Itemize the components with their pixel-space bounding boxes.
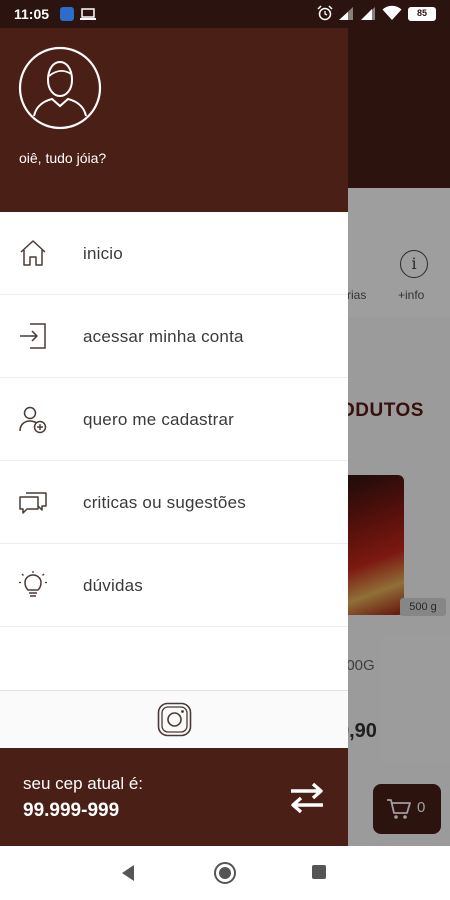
home-button-icon[interactable] <box>214 862 236 884</box>
cep-value: 99.999-999 <box>23 800 120 821</box>
app-notification-icon <box>60 7 74 21</box>
signal-icon <box>361 7 375 20</box>
add-user-icon <box>19 406 47 434</box>
social-links <box>0 690 348 748</box>
menu-item-criticas-sugestoes[interactable]: criticas ou sugestões <box>0 461 348 544</box>
menu-item-label: criticas ou sugestões <box>83 493 246 512</box>
menu-item-label: dúvidas <box>83 576 143 595</box>
status-time: 11:05 <box>14 6 50 22</box>
drawer-header: oiê, tudo jóia? <box>0 28 348 212</box>
signal-icon <box>339 7 353 20</box>
back-icon[interactable] <box>120 864 136 882</box>
greeting-text: oiê, tudo jóia? <box>19 150 107 166</box>
cep-label: seu cep atual é: <box>23 774 144 793</box>
menu-item-acessar-conta[interactable]: acessar minha conta <box>0 295 348 378</box>
menu-item-label: inicio <box>83 244 123 263</box>
avatar-icon[interactable] <box>18 46 102 130</box>
menu-item-label: quero me cadastrar <box>83 410 235 429</box>
battery-icon: 85 <box>408 7 436 21</box>
recent-apps-icon[interactable] <box>312 865 326 879</box>
instagram-icon[interactable] <box>157 702 192 737</box>
alarm-icon <box>317 5 333 21</box>
menu-item-inicio[interactable]: inicio <box>0 212 348 295</box>
home-icon <box>20 240 46 266</box>
swap-icon[interactable] <box>287 780 327 816</box>
system-nav-bar <box>0 846 450 900</box>
cep-footer: seu cep atual é: 99.999-999 <box>0 748 348 846</box>
menu-item-duvidas[interactable]: dúvidas <box>0 544 348 627</box>
lightbulb-icon <box>19 571 47 597</box>
chat-icon <box>19 492 47 514</box>
laptop-icon <box>80 8 96 20</box>
drawer-menu: inicio acessar minha conta quero me cada… <box>0 212 348 627</box>
menu-item-label: acessar minha conta <box>83 327 244 346</box>
status-bar: 11:05 85 <box>0 0 450 28</box>
navigation-drawer: oiê, tudo jóia? inicio acessar minha con… <box>0 28 348 846</box>
wifi-icon <box>382 5 402 20</box>
login-icon <box>20 323 46 349</box>
menu-item-cadastrar[interactable]: quero me cadastrar <box>0 378 348 461</box>
